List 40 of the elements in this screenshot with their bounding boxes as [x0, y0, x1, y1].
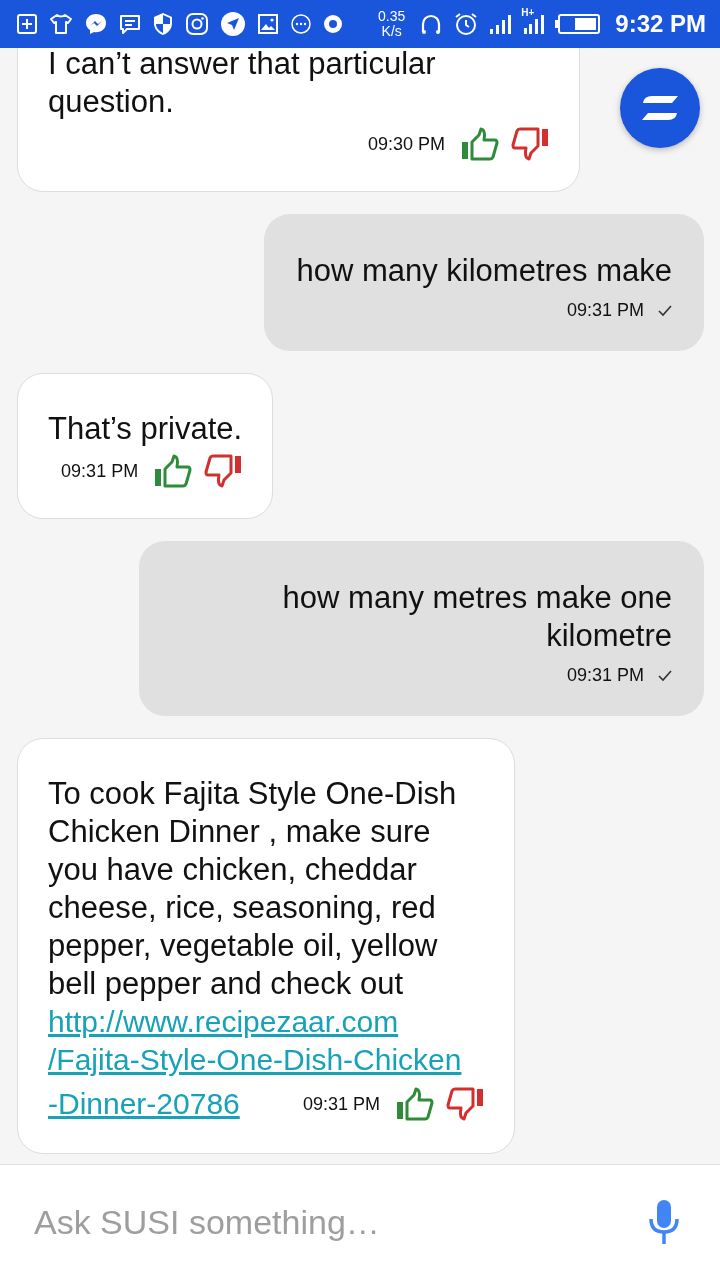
- message-text: That’s private.: [48, 410, 243, 448]
- shirt-icon: [49, 13, 73, 35]
- clock: 9:32 PM: [615, 10, 706, 38]
- message-time: 09:31 PM: [566, 665, 644, 686]
- message-icon: [119, 13, 141, 35]
- message-time: 09:31 PM: [566, 300, 644, 321]
- thumbs-up-icon[interactable]: [396, 1087, 434, 1121]
- record-icon: [323, 14, 343, 34]
- microphone-icon[interactable]: [648, 1199, 680, 1245]
- recipe-link[interactable]: http://www.recipezaar.com: [48, 1003, 484, 1041]
- camera-icon: [185, 12, 209, 36]
- thumbs-up-icon[interactable]: [461, 127, 499, 161]
- check-icon: [658, 304, 672, 317]
- message-text: I can’t answer that particular question.: [48, 48, 437, 121]
- recipe-link[interactable]: /Fajita-Style-One-Dish-Chicken: [48, 1041, 484, 1079]
- check-icon: [658, 669, 672, 682]
- message-time: 09:31 PM: [302, 1093, 380, 1115]
- message-input[interactable]: Ask SUSI something…: [0, 1164, 720, 1280]
- shield-icon: [152, 12, 174, 36]
- network-type: H+: [521, 7, 535, 18]
- message-time: 09:31 PM: [61, 460, 139, 482]
- thumbs-down-icon[interactable]: [204, 454, 243, 488]
- battery-icon: [555, 13, 602, 35]
- message-time: 09:30 PM: [367, 133, 445, 155]
- speed-unit: K/s: [381, 24, 402, 39]
- recipe-link[interactable]: -Dinner-20786: [48, 1085, 240, 1123]
- thumbs-down-icon[interactable]: [446, 1087, 484, 1121]
- message-text: how many metres make one kilometre: [281, 579, 672, 655]
- send-icon: [220, 11, 246, 37]
- plus-box-icon: [16, 13, 38, 35]
- image-icon: [257, 13, 279, 35]
- speed-value: 0.35: [378, 9, 406, 24]
- susi-logo-button[interactable]: [620, 68, 700, 148]
- thumbs-up-icon[interactable]: [154, 454, 193, 488]
- more-icon: [290, 13, 312, 35]
- message-text: To cook Fajita Style One-Dish Chicken Dinner , make sure you have chicken, cheddar cheese, rice, seasoning, red pepper, vegetable oil, yellow bell pepper and check out: [48, 775, 458, 1003]
- thumbs-down-icon[interactable]: [511, 127, 549, 161]
- message-text: how many kilometres make: [296, 252, 672, 290]
- signal-icon: [489, 13, 514, 35]
- messenger-icon: [84, 12, 108, 36]
